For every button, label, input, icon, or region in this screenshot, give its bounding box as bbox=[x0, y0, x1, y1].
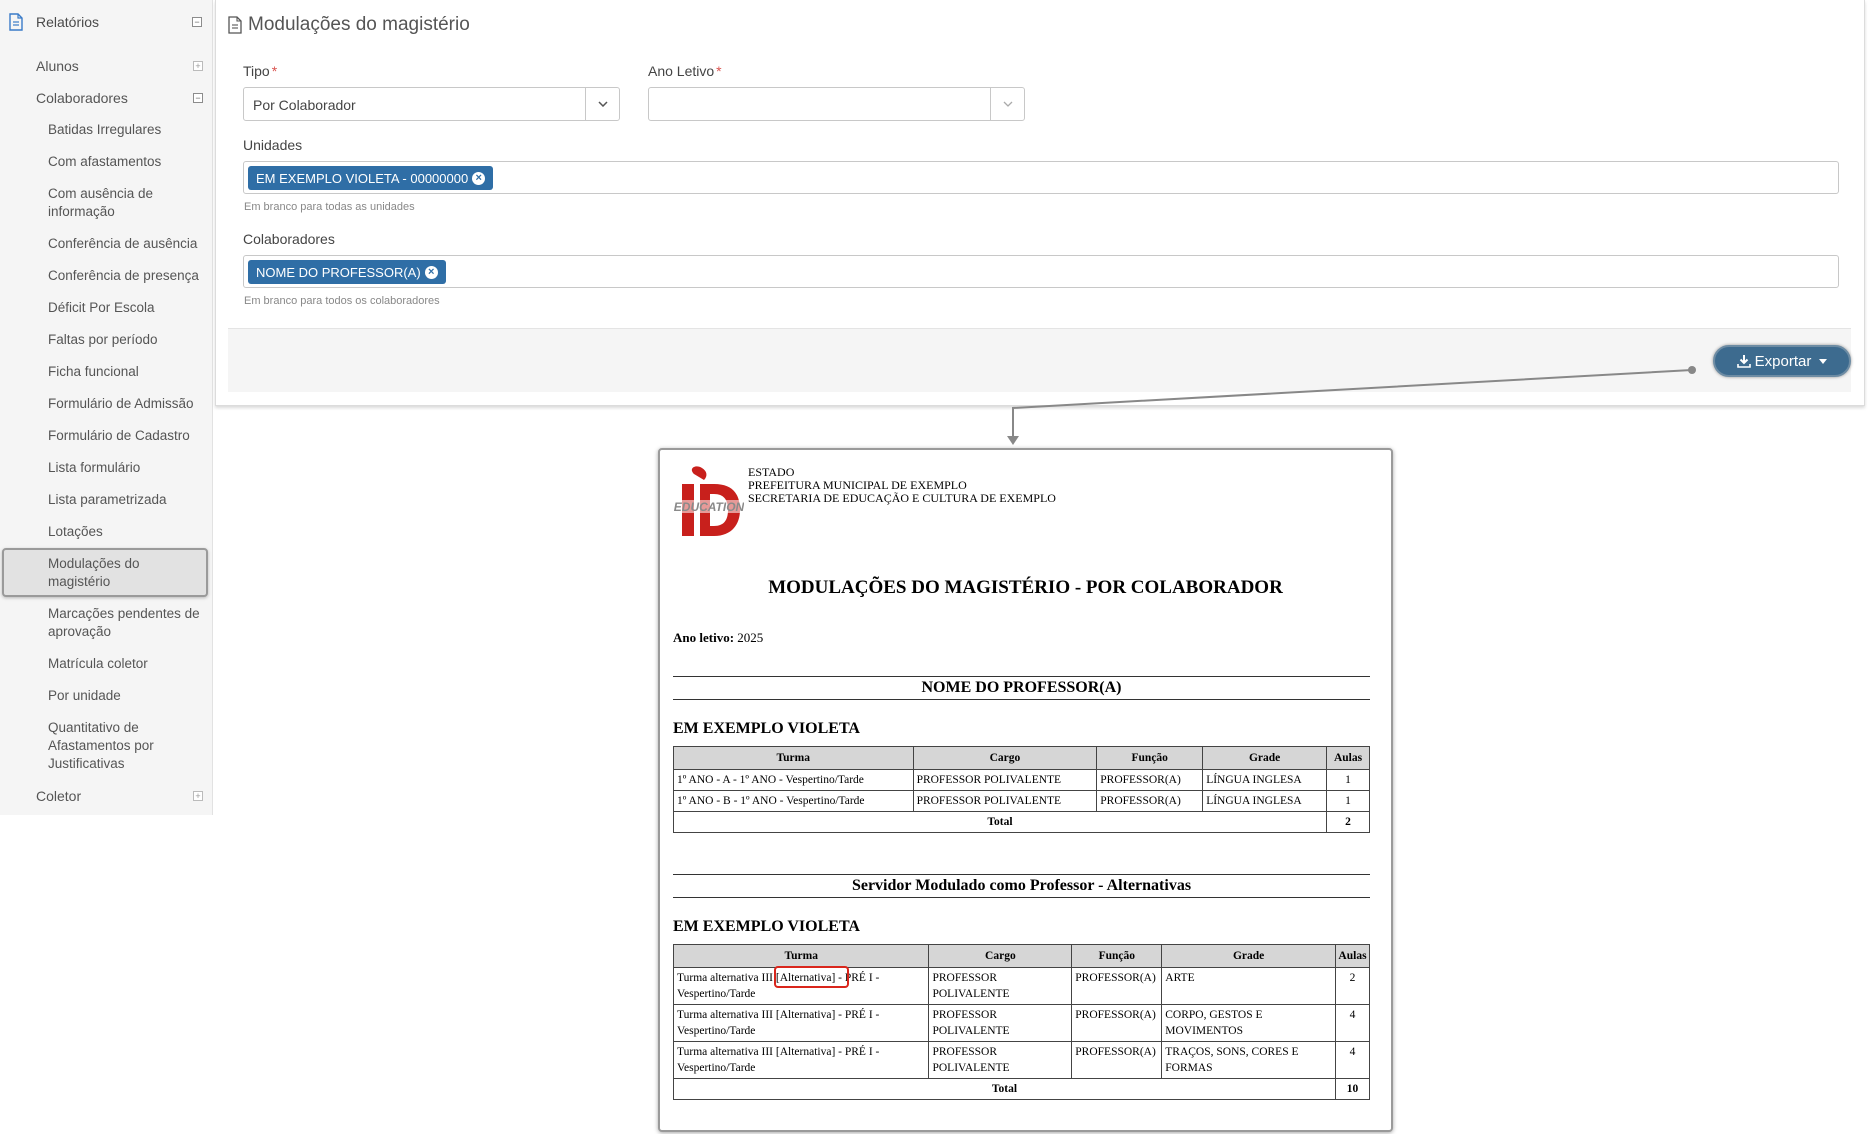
cell-turma: Turma alternativa III [Alternativa] - PR… bbox=[672, 1041, 930, 1079]
report-title: MODULAÇÕES DO MAGISTÉRIO - POR COLABORAD… bbox=[768, 577, 1283, 598]
cell-cargo: PROFESSOR POLIVALENTE bbox=[928, 1004, 1073, 1042]
cell-funcao: PROFESSOR(A) bbox=[1071, 967, 1163, 1005]
alternativa-highlight bbox=[774, 966, 849, 988]
col-funcao: Função bbox=[1071, 944, 1163, 968]
logo-text: EDUCATION bbox=[674, 500, 744, 514]
table-header-row: Turma Cargo Função Grade Aulas bbox=[672, 944, 1371, 968]
teacher-band: NOME DO PROFESSOR(A) bbox=[673, 676, 1370, 700]
cell-cargo: PROFESSOR POLIVALENTE bbox=[928, 1041, 1073, 1079]
cell-aulas: 1 bbox=[1326, 769, 1370, 791]
total-label: Total bbox=[673, 811, 1327, 833]
cell-grade: TRAÇOS, SONS, CORES E FORMAS bbox=[1161, 1041, 1336, 1079]
table-row: 1º ANO - A - 1º ANO - Vespertino/Tarde P… bbox=[673, 769, 1370, 791]
cell-cargo: PROFESSOR POLIVALENTE bbox=[928, 967, 1073, 1005]
table-row: 1º ANO - B - 1º ANO - Vespertino/Tarde P… bbox=[673, 790, 1370, 812]
cell-grade: LÍNGUA INGLESA bbox=[1202, 769, 1327, 791]
col-funcao: Função bbox=[1096, 746, 1204, 770]
cell-cargo: PROFESSOR POLIVALENTE bbox=[912, 790, 1098, 812]
school-heading: EM EXEMPLO VIOLETA bbox=[673, 720, 860, 737]
modulations-table: Turma Cargo Função Grade Aulas 1º ANO - … bbox=[673, 746, 1370, 833]
cell-aulas: 4 bbox=[1334, 1004, 1371, 1042]
total-label: Total bbox=[673, 1078, 1336, 1100]
report-preview: EDUCATION ESTADO PREFEITURA MUNICIPAL DE… bbox=[658, 448, 1393, 1132]
cell-aulas: 1 bbox=[1326, 790, 1370, 812]
year-value: 2025 bbox=[737, 630, 764, 645]
report-header: ESTADO PREFEITURA MUNICIPAL DE EXEMPLO S… bbox=[748, 466, 1056, 505]
education-logo: EDUCATION bbox=[674, 466, 744, 536]
school-heading: EM EXEMPLO VIOLETA bbox=[673, 918, 860, 935]
table-row: Turma alternativa III [Alternativa] - PR… bbox=[672, 1004, 1371, 1042]
cell-cargo: PROFESSOR POLIVALENTE bbox=[912, 769, 1098, 791]
table-total-row: Total 10 bbox=[673, 1078, 1371, 1100]
alternatives-band: Servidor Modulado como Professor - Alter… bbox=[673, 874, 1370, 898]
cell-aulas: 4 bbox=[1334, 1041, 1371, 1079]
cell-turma: Turma alternativa III [Alternativa] - PR… bbox=[672, 1004, 930, 1042]
col-cargo: Cargo bbox=[912, 746, 1098, 770]
cell-turma: 1º ANO - A - 1º ANO - Vespertino/Tarde bbox=[673, 769, 914, 791]
cell-funcao: PROFESSOR(A) bbox=[1071, 1004, 1163, 1042]
cell-funcao: PROFESSOR(A) bbox=[1096, 790, 1204, 812]
col-grade: Grade bbox=[1161, 944, 1336, 968]
cell-grade: CORPO, GESTOS E MOVIMENTOS bbox=[1161, 1004, 1336, 1042]
cell-turma: 1º ANO - B - 1º ANO - Vespertino/Tarde bbox=[673, 790, 914, 812]
cell-grade: LÍNGUA INGLESA bbox=[1202, 790, 1327, 812]
table-row: Turma alternativa III [Alternativa] - PR… bbox=[672, 1041, 1371, 1079]
col-turma: Turma bbox=[673, 746, 914, 770]
cell-funcao: PROFESSOR(A) bbox=[1071, 1041, 1163, 1079]
total-value: 10 bbox=[1334, 1078, 1371, 1100]
cell-funcao: PROFESSOR(A) bbox=[1096, 769, 1204, 791]
header-line-secretaria: SECRETARIA DE EDUCAÇÃO E CULTURA DE EXEM… bbox=[748, 491, 1056, 505]
total-value: 2 bbox=[1326, 811, 1370, 833]
table-total-row: Total 2 bbox=[673, 811, 1370, 833]
col-grade: Grade bbox=[1202, 746, 1327, 770]
col-aulas: Aulas bbox=[1334, 944, 1371, 968]
cell-aulas: 2 bbox=[1334, 967, 1371, 1005]
table-header-row: Turma Cargo Função Grade Aulas bbox=[673, 746, 1370, 770]
cell-grade: ARTE bbox=[1161, 967, 1336, 1005]
col-aulas: Aulas bbox=[1326, 746, 1370, 770]
col-cargo: Cargo bbox=[928, 944, 1073, 968]
col-turma: Turma bbox=[672, 944, 930, 968]
year-label: Ano letivo: bbox=[673, 630, 735, 645]
report-year: Ano letivo: 2025 bbox=[673, 630, 763, 646]
